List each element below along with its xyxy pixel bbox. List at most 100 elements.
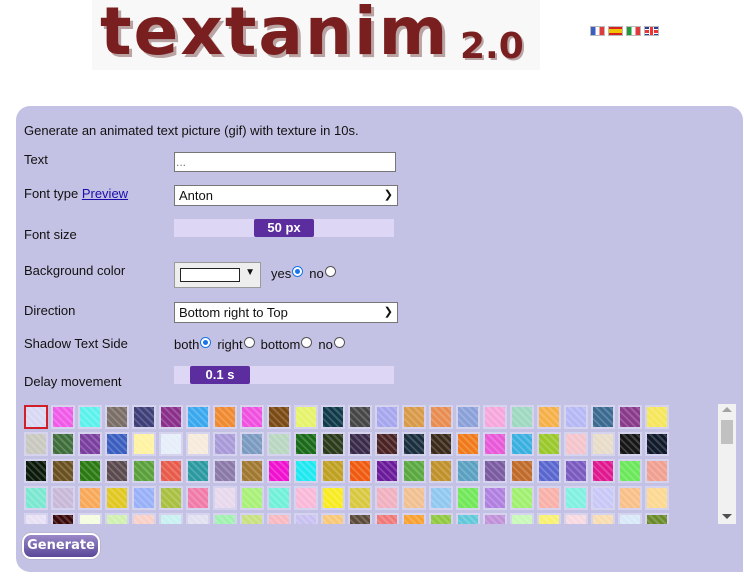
font-type-select[interactable]: Anton ❯ — [174, 185, 398, 206]
texture-swatch[interactable] — [24, 432, 48, 456]
texture-swatch[interactable] — [78, 405, 102, 429]
texture-swatch[interactable] — [105, 459, 129, 483]
texture-swatch[interactable] — [51, 405, 75, 429]
texture-swatch[interactable] — [564, 405, 588, 429]
texture-swatch[interactable] — [105, 486, 129, 510]
texture-swatch[interactable] — [24, 459, 48, 483]
texture-swatch[interactable] — [51, 486, 75, 510]
texture-swatch[interactable] — [132, 405, 156, 429]
texture-swatch[interactable] — [348, 405, 372, 429]
texture-swatch[interactable] — [456, 513, 480, 524]
texture-swatch[interactable] — [294, 459, 318, 483]
texture-swatch[interactable] — [132, 486, 156, 510]
texture-swatch[interactable] — [402, 405, 426, 429]
generate-button[interactable]: Generate — [22, 533, 100, 559]
texture-swatch[interactable] — [348, 486, 372, 510]
texture-swatch[interactable] — [321, 486, 345, 510]
texture-swatch[interactable] — [321, 459, 345, 483]
shadow-right-radio[interactable] — [243, 337, 255, 348]
texture-swatch[interactable] — [618, 405, 642, 429]
texture-swatch[interactable] — [267, 405, 291, 429]
texture-swatch[interactable] — [456, 486, 480, 510]
texture-swatch[interactable] — [483, 459, 507, 483]
texture-swatch[interactable] — [402, 486, 426, 510]
shadow-bottom-radio[interactable] — [301, 337, 313, 348]
texture-swatch[interactable] — [645, 405, 669, 429]
texture-swatch[interactable] — [294, 405, 318, 429]
texture-swatch[interactable] — [186, 459, 210, 483]
texture-swatch[interactable] — [429, 486, 453, 510]
texture-swatch[interactable] — [240, 405, 264, 429]
texture-swatch[interactable] — [132, 459, 156, 483]
texture-swatch[interactable] — [510, 459, 534, 483]
texture-swatch[interactable] — [645, 486, 669, 510]
flag-fr-icon[interactable] — [590, 26, 605, 36]
text-input[interactable] — [174, 152, 396, 172]
texture-swatch[interactable] — [321, 513, 345, 524]
texture-swatch[interactable] — [564, 432, 588, 456]
texture-swatch[interactable] — [186, 486, 210, 510]
texture-swatch[interactable] — [645, 432, 669, 456]
texture-swatch[interactable] — [645, 513, 669, 524]
texture-swatch[interactable] — [591, 405, 615, 429]
texture-swatch[interactable] — [159, 459, 183, 483]
texture-swatch[interactable] — [159, 486, 183, 510]
texture-swatch[interactable] — [78, 486, 102, 510]
texture-swatch[interactable] — [348, 513, 372, 524]
texture-swatch[interactable] — [510, 486, 534, 510]
texture-swatch[interactable] — [537, 405, 561, 429]
texture-swatch[interactable] — [429, 459, 453, 483]
texture-swatch[interactable] — [267, 486, 291, 510]
texture-swatch[interactable] — [294, 432, 318, 456]
texture-swatch[interactable] — [321, 405, 345, 429]
texture-swatch[interactable] — [510, 513, 534, 524]
texture-swatch[interactable] — [186, 432, 210, 456]
texture-swatch[interactable] — [213, 513, 237, 524]
texture-swatch[interactable] — [510, 405, 534, 429]
texture-swatch[interactable] — [564, 486, 588, 510]
texture-swatch[interactable] — [159, 513, 183, 524]
texture-swatch[interactable] — [564, 513, 588, 524]
texture-swatch[interactable] — [402, 432, 426, 456]
scrollbar-thumb[interactable] — [721, 420, 733, 444]
texture-swatch[interactable] — [645, 459, 669, 483]
texture-swatch[interactable] — [51, 459, 75, 483]
texture-swatch[interactable] — [24, 486, 48, 510]
texture-swatch[interactable] — [132, 432, 156, 456]
texture-swatch[interactable] — [537, 459, 561, 483]
texture-swatch[interactable] — [618, 513, 642, 524]
texture-swatch[interactable] — [105, 405, 129, 429]
texture-swatch[interactable] — [483, 405, 507, 429]
flag-it-icon[interactable] — [626, 26, 641, 36]
texture-swatch[interactable] — [375, 432, 399, 456]
texture-swatch[interactable] — [375, 405, 399, 429]
texture-swatch[interactable] — [51, 513, 75, 524]
texture-swatch[interactable] — [456, 432, 480, 456]
texture-swatch[interactable] — [105, 432, 129, 456]
flag-uk-icon[interactable] — [644, 26, 659, 36]
texture-swatch[interactable] — [213, 405, 237, 429]
delay-slider-handle[interactable]: 0.1 s — [190, 366, 250, 384]
texture-swatch[interactable] — [483, 513, 507, 524]
texture-swatch[interactable] — [591, 513, 615, 524]
texture-swatch[interactable] — [375, 486, 399, 510]
bg-yes-radio[interactable] — [292, 266, 304, 277]
texture-swatch[interactable] — [267, 459, 291, 483]
texture-swatch[interactable] — [483, 486, 507, 510]
texture-swatch[interactable] — [456, 405, 480, 429]
texture-swatch[interactable] — [591, 486, 615, 510]
texture-swatch[interactable] — [186, 513, 210, 524]
texture-swatch[interactable] — [267, 432, 291, 456]
texture-swatch[interactable] — [159, 432, 183, 456]
texture-swatch[interactable] — [375, 513, 399, 524]
background-color-picker[interactable]: ▼ — [174, 262, 261, 288]
texture-swatch[interactable] — [483, 432, 507, 456]
texture-swatch[interactable] — [78, 459, 102, 483]
font-preview-link[interactable]: Preview — [82, 186, 128, 201]
texture-swatch[interactable] — [591, 459, 615, 483]
texture-swatch[interactable] — [402, 513, 426, 524]
texture-swatch[interactable] — [429, 432, 453, 456]
texture-swatch[interactable] — [321, 432, 345, 456]
scroll-up-icon[interactable] — [722, 407, 732, 412]
texture-swatch[interactable] — [24, 405, 48, 429]
